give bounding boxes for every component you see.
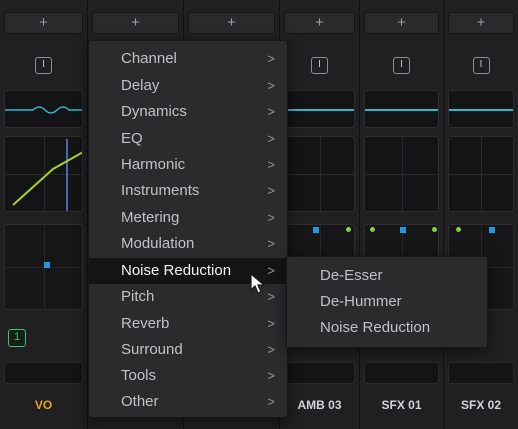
- eq-curve-panel[interactable]: [448, 90, 514, 128]
- eq-curve-panel[interactable]: [284, 90, 355, 128]
- chevron-right-icon: >: [267, 78, 275, 93]
- vca-group-badge[interactable]: 1: [8, 329, 26, 347]
- chevron-right-icon: >: [267, 131, 275, 146]
- chevron-right-icon: >: [267, 104, 275, 119]
- menu-item-label: Channel: [121, 50, 177, 67]
- menu-item-instruments[interactable]: Instruments >: [89, 178, 287, 204]
- pan-marker-blue[interactable]: [313, 227, 319, 233]
- submenu-item-de-hummer[interactable]: De-Hummer: [287, 289, 487, 315]
- pan-position-marker[interactable]: [44, 262, 50, 268]
- menu-item-dynamics[interactable]: Dynamics >: [89, 99, 287, 125]
- submenu-item-noise-reduction[interactable]: Noise Reduction: [287, 315, 487, 341]
- chevron-right-icon: >: [267, 51, 275, 66]
- pan-marker-blue[interactable]: [400, 227, 406, 233]
- menu-item-label: Tools: [121, 367, 157, 384]
- eq-curve-graph: [5, 106, 82, 114]
- channel-strip-amb03: + I AMB 03: [280, 0, 360, 429]
- menu-item-label: Reverb: [121, 315, 170, 332]
- menu-item-harmonic[interactable]: Harmonic >: [89, 152, 287, 178]
- eq-curve-line: [285, 109, 354, 111]
- menu-item-label: Pitch: [121, 288, 155, 305]
- dynamics-graph-panel[interactable]: [284, 136, 355, 212]
- add-insert-button[interactable]: +: [284, 12, 355, 34]
- pan-panel[interactable]: [4, 224, 83, 310]
- menu-item-label: Instruments: [121, 182, 200, 199]
- plugin-category-menu: Channel > Delay > Dynamics > EQ > Harmonic > …: [88, 40, 288, 418]
- dynamics-graph-panel[interactable]: [364, 136, 439, 212]
- chevron-right-icon: >: [267, 342, 275, 357]
- channel-name-label: VO: [34, 398, 53, 412]
- menu-item-label: Other: [121, 393, 159, 410]
- chevron-right-icon: >: [267, 368, 275, 383]
- menu-item-label: Delay: [121, 77, 160, 94]
- pan-marker-green[interactable]: [456, 227, 461, 232]
- add-insert-button[interactable]: +: [188, 12, 275, 34]
- chevron-right-icon: >: [267, 289, 275, 304]
- fader-control[interactable]: [364, 362, 439, 384]
- menu-item-label: Metering: [121, 209, 180, 226]
- eq-curve-panel[interactable]: [364, 90, 439, 128]
- insert-toggle-button[interactable]: I: [311, 57, 328, 74]
- submenu-item-de-esser[interactable]: De-Esser: [287, 263, 487, 289]
- menu-item-tools[interactable]: Tools >: [89, 363, 287, 389]
- menu-item-surround[interactable]: Surround >: [89, 337, 287, 363]
- add-insert-button[interactable]: +: [448, 12, 514, 34]
- chevron-right-icon: >: [267, 316, 275, 331]
- menu-item-label: Surround: [121, 341, 183, 358]
- add-insert-button[interactable]: +: [92, 12, 179, 34]
- menu-item-metering[interactable]: Metering >: [89, 205, 287, 231]
- pan-marker-green[interactable]: [370, 227, 375, 232]
- channel-name-label: SFX 01: [381, 398, 422, 412]
- insert-toggle-button[interactable]: I: [393, 57, 410, 74]
- fader-control[interactable]: [284, 362, 355, 384]
- menu-item-delay[interactable]: Delay >: [89, 73, 287, 99]
- menu-item-label: Dynamics: [121, 103, 187, 120]
- add-insert-button[interactable]: +: [364, 12, 439, 34]
- chevron-right-icon: >: [267, 183, 275, 198]
- fader-control[interactable]: [4, 362, 83, 384]
- pan-marker-green[interactable]: [432, 227, 437, 232]
- channel-strip-vo: + I 1 VO: [0, 0, 88, 429]
- channel-strip-sfx01: + I SFX 01: [360, 0, 444, 429]
- menu-item-other[interactable]: Other >: [89, 389, 287, 415]
- channel-strip-sfx02: + I SFX 02: [444, 0, 518, 429]
- pan-marker-blue[interactable]: [489, 227, 495, 233]
- chevron-right-icon: >: [267, 210, 275, 225]
- insert-toggle-button[interactable]: I: [472, 57, 490, 74]
- chevron-right-icon: >: [267, 236, 275, 251]
- eq-curve-line: [365, 109, 438, 111]
- channel-name-label: AMB 03: [297, 398, 342, 412]
- pan-marker-green[interactable]: [346, 227, 351, 232]
- dynamics-graph-panel[interactable]: [4, 136, 83, 212]
- menu-item-label: Modulation: [121, 235, 195, 252]
- menu-item-eq[interactable]: EQ >: [89, 126, 287, 152]
- menu-item-label: EQ: [121, 130, 143, 147]
- eq-curve-line: [449, 109, 513, 111]
- chevron-right-icon: >: [267, 157, 275, 172]
- eq-curve-panel[interactable]: [4, 90, 83, 128]
- fader-control[interactable]: [448, 362, 514, 384]
- noise-reduction-submenu: De-Esser De-Hummer Noise Reduction: [286, 256, 488, 348]
- menu-item-label: Noise Reduction: [121, 262, 232, 279]
- menu-item-modulation[interactable]: Modulation >: [89, 231, 287, 257]
- arrow-pointer-icon: [250, 273, 266, 294]
- menu-item-reverb[interactable]: Reverb >: [89, 311, 287, 337]
- channel-name-label: SFX 02: [460, 398, 502, 412]
- dynamics-graph-panel[interactable]: [448, 136, 514, 212]
- dynamics-curve: [12, 139, 82, 211]
- add-insert-button[interactable]: +: [4, 12, 83, 34]
- menu-item-label: Harmonic: [121, 156, 186, 173]
- insert-toggle-button[interactable]: I: [35, 57, 52, 74]
- chevron-right-icon: >: [267, 263, 275, 278]
- menu-item-channel[interactable]: Channel >: [89, 46, 287, 72]
- chevron-right-icon: >: [267, 394, 275, 409]
